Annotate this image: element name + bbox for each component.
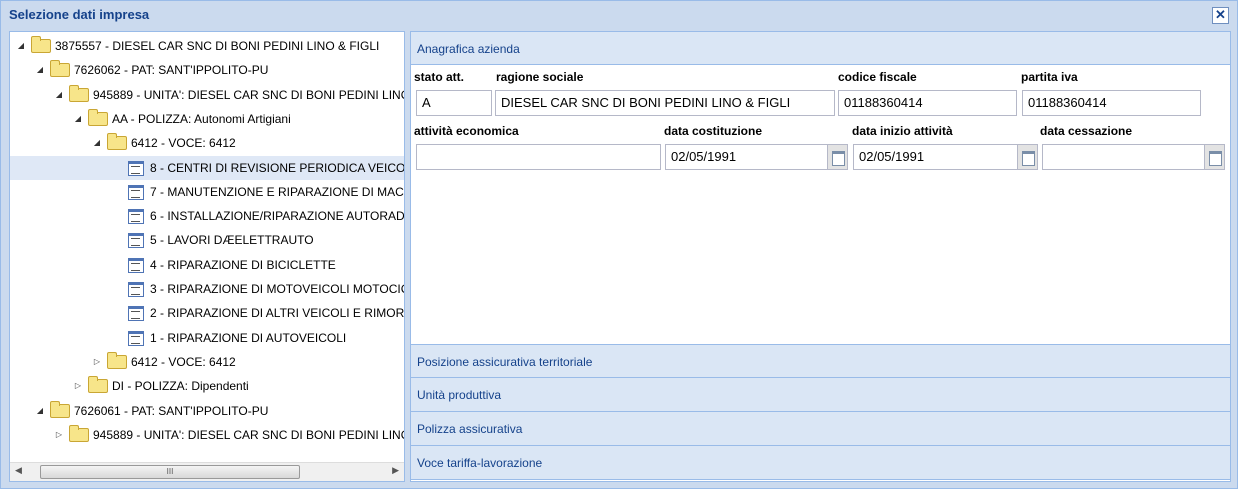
stato-input[interactable]: A	[416, 90, 492, 116]
label-inizio: data inizio attività	[852, 124, 953, 138]
accordion-voce-tariffa[interactable]: Voce tariffa-lavorazione	[411, 446, 1230, 480]
document-icon	[128, 257, 144, 273]
accordion-unita-produttiva[interactable]: Unità produttiva	[411, 378, 1230, 412]
label-stato: stato att.	[414, 70, 465, 84]
expand-arrow-icon[interactable]: ▷	[54, 423, 64, 447]
ragione-sociale-input[interactable]: DIESEL CAR SNC DI BONI PEDINI LINO & FIG…	[495, 90, 835, 116]
tree-node-label: 2 - RIPARAZIONE DI ALTRI VEICOLI E RIMOR…	[150, 306, 405, 321]
company-tree: ◢ 3875557 - DIESEL CAR SNC DI BONI PEDINI…	[9, 31, 405, 482]
tree-node[interactable]: 4 - RIPARAZIONE DI BICICLETTE	[10, 253, 404, 277]
tree-node-label: 4 - RIPARAZIONE DI BICICLETTE	[150, 257, 336, 272]
label-attivita: attività economica	[414, 124, 519, 138]
collapse-arrow-icon[interactable]: ◢	[73, 107, 83, 131]
label-piva: partita iva	[1021, 70, 1078, 84]
tree-node-label: 945889 - UNITA': DIESEL CAR SNC DI BONI …	[93, 87, 404, 102]
folder-icon	[69, 84, 89, 102]
tree-node-label: 6 - INSTALLAZIONE/RIPARAZIONE AUTORADIO	[150, 209, 405, 224]
data-inizio-value: 02/05/1991	[859, 149, 925, 164]
tree-node-label: DI - POLIZZA: Dipendenti	[112, 379, 249, 394]
scroll-left-icon[interactable]: ◀	[15, 465, 22, 476]
document-icon	[128, 233, 144, 249]
data-inizio-input[interactable]: 02/05/1991	[853, 144, 1038, 170]
tree-node-label: 1 - RIPARAZIONE DI AUTOVEICOLI	[150, 330, 347, 345]
folder-icon	[88, 376, 108, 394]
data-cessazione-input[interactable]	[1042, 144, 1225, 170]
tree-node[interactable]: 3 - RIPARAZIONE DI MOTOVEICOLI MOTOCICLI	[10, 277, 404, 301]
folder-icon	[50, 400, 70, 418]
label-cessazione: data cessazione	[1040, 124, 1133, 138]
tree-node-label: 7 - MANUTENZIONE E RIPARAZIONE DI MACCHI…	[150, 184, 404, 199]
scroll-thumb[interactable]: III	[40, 465, 300, 479]
tree-node-label: 7626062 - PAT: SANT'IPPOLITO-PU	[74, 63, 269, 78]
tree-node-label: 7626061 - PAT: SANT'IPPOLITO-PU	[74, 403, 269, 418]
tree-node-label: 6412 - VOCE: 6412	[131, 136, 236, 151]
accordion-polizza-assicurativa[interactable]: Polizza assicurativa	[411, 412, 1230, 446]
tree-node[interactable]: ▷ 6412 - VOCE: 6412	[10, 350, 404, 374]
codice-fiscale-input[interactable]: 01188360414	[838, 90, 1017, 116]
collapse-arrow-icon[interactable]: ◢	[92, 131, 102, 155]
tree-node[interactable]: 6 - INSTALLAZIONE/RIPARAZIONE AUTORADIO	[10, 204, 404, 228]
tree-node[interactable]: 2 - RIPARAZIONE DI ALTRI VEICOLI E RIMOR…	[10, 301, 404, 325]
tree-node-label: 3875557 - DIESEL CAR SNC DI BONI PEDINI …	[55, 39, 380, 53]
tree-node-label: 8 - CENTRI DI REVISIONE PERIODICA VEICOL…	[150, 160, 405, 175]
collapse-arrow-icon[interactable]: ◢	[16, 34, 26, 58]
window-title: Selezione dati impresa	[9, 7, 150, 22]
data-costituzione-input[interactable]: 02/05/1991	[665, 144, 848, 170]
tree-node[interactable]: ◢ 945889 - UNITA': DIESEL CAR SNC DI BONI…	[10, 83, 404, 107]
calendar-icon[interactable]	[1204, 145, 1224, 169]
document-icon	[128, 330, 144, 346]
folder-icon	[50, 60, 70, 78]
horizontal-scrollbar[interactable]: ◀ III ▶	[10, 462, 404, 481]
label-ragione: ragione sociale	[496, 70, 584, 84]
document-icon	[128, 160, 144, 176]
folder-icon	[31, 36, 51, 53]
document-icon	[128, 209, 144, 225]
label-costituzione: data costituzione	[664, 124, 763, 138]
calendar-icon[interactable]	[827, 145, 847, 169]
dialog-window: Selezione dati impresa ✕ ◢ 3875557 - DIES…	[0, 0, 1238, 489]
tree-node[interactable]: ◢ 6412 - VOCE: 6412	[10, 131, 404, 155]
expand-arrow-icon[interactable]: ▷	[92, 350, 102, 374]
accordion-anagrafica-azienda[interactable]: Anagrafica azienda	[411, 32, 1230, 65]
collapse-arrow-icon[interactable]: ◢	[35, 399, 45, 423]
close-button[interactable]: ✕	[1212, 7, 1229, 24]
accordion-posizione-assicurativa[interactable]: Posizione assicurativa territoriale	[411, 344, 1230, 378]
expand-arrow-icon[interactable]: ▷	[73, 374, 83, 398]
tree-node-label: 3 - RIPARAZIONE DI MOTOVEICOLI MOTOCICLI	[150, 282, 405, 296]
folder-icon	[107, 351, 127, 369]
tree-node[interactable]: 7 - MANUTENZIONE E RIPARAZIONE DI MACCHI…	[10, 180, 404, 204]
tree-node[interactable]: ▷ 945889 - UNITA': DIESEL CAR SNC DI BONI…	[10, 423, 404, 447]
scroll-right-icon[interactable]: ▶	[392, 465, 399, 476]
tree-node[interactable]: 1 - RIPARAZIONE DI AUTOVEICOLI	[10, 326, 404, 350]
tree-node[interactable]: ◢ 3875557 - DIESEL CAR SNC DI BONI PEDINI…	[10, 34, 404, 58]
tree-node-label: AA - POLIZZA: Autonomi Artigiani	[112, 111, 291, 126]
collapse-arrow-icon[interactable]: ◢	[35, 58, 45, 82]
tree-node[interactable]: ◢ 7626061 - PAT: SANT'IPPOLITO-PU	[10, 399, 404, 423]
tree-node-label: 945889 - UNITA': DIESEL CAR SNC DI BONI …	[93, 427, 404, 442]
tree-node-label: 5 - LAVORI DÆELETTRAUTO	[150, 233, 314, 248]
tree-node[interactable]: ◢ AA - POLIZZA: Autonomi Artigiani	[10, 107, 404, 131]
tree-node[interactable]: ◢ 7626062 - PAT: SANT'IPPOLITO-PU	[10, 58, 404, 82]
tree-node-label: 6412 - VOCE: 6412	[131, 354, 236, 369]
detail-panel: Anagrafica azienda stato att. ragione so…	[410, 31, 1231, 482]
label-codice: codice fiscale	[838, 70, 917, 84]
folder-icon	[88, 108, 108, 126]
tree-node[interactable]: 8 - CENTRI DI REVISIONE PERIODICA VEICOL…	[10, 155, 405, 180]
data-costituzione-value: 02/05/1991	[671, 149, 737, 164]
folder-icon	[107, 133, 127, 151]
document-icon	[128, 306, 144, 322]
calendar-icon[interactable]	[1017, 145, 1037, 169]
document-icon	[128, 184, 144, 200]
tree-node[interactable]: 5 - LAVORI DÆELETTRAUTO	[10, 228, 404, 252]
document-icon	[128, 282, 144, 297]
partita-iva-input[interactable]: 01188360414	[1022, 90, 1201, 116]
folder-icon	[69, 424, 89, 442]
tree-node[interactable]: ▷ DI - POLIZZA: Dipendenti	[10, 374, 404, 398]
attivita-economica-input[interactable]	[416, 144, 661, 170]
collapse-arrow-icon[interactable]: ◢	[54, 83, 64, 107]
